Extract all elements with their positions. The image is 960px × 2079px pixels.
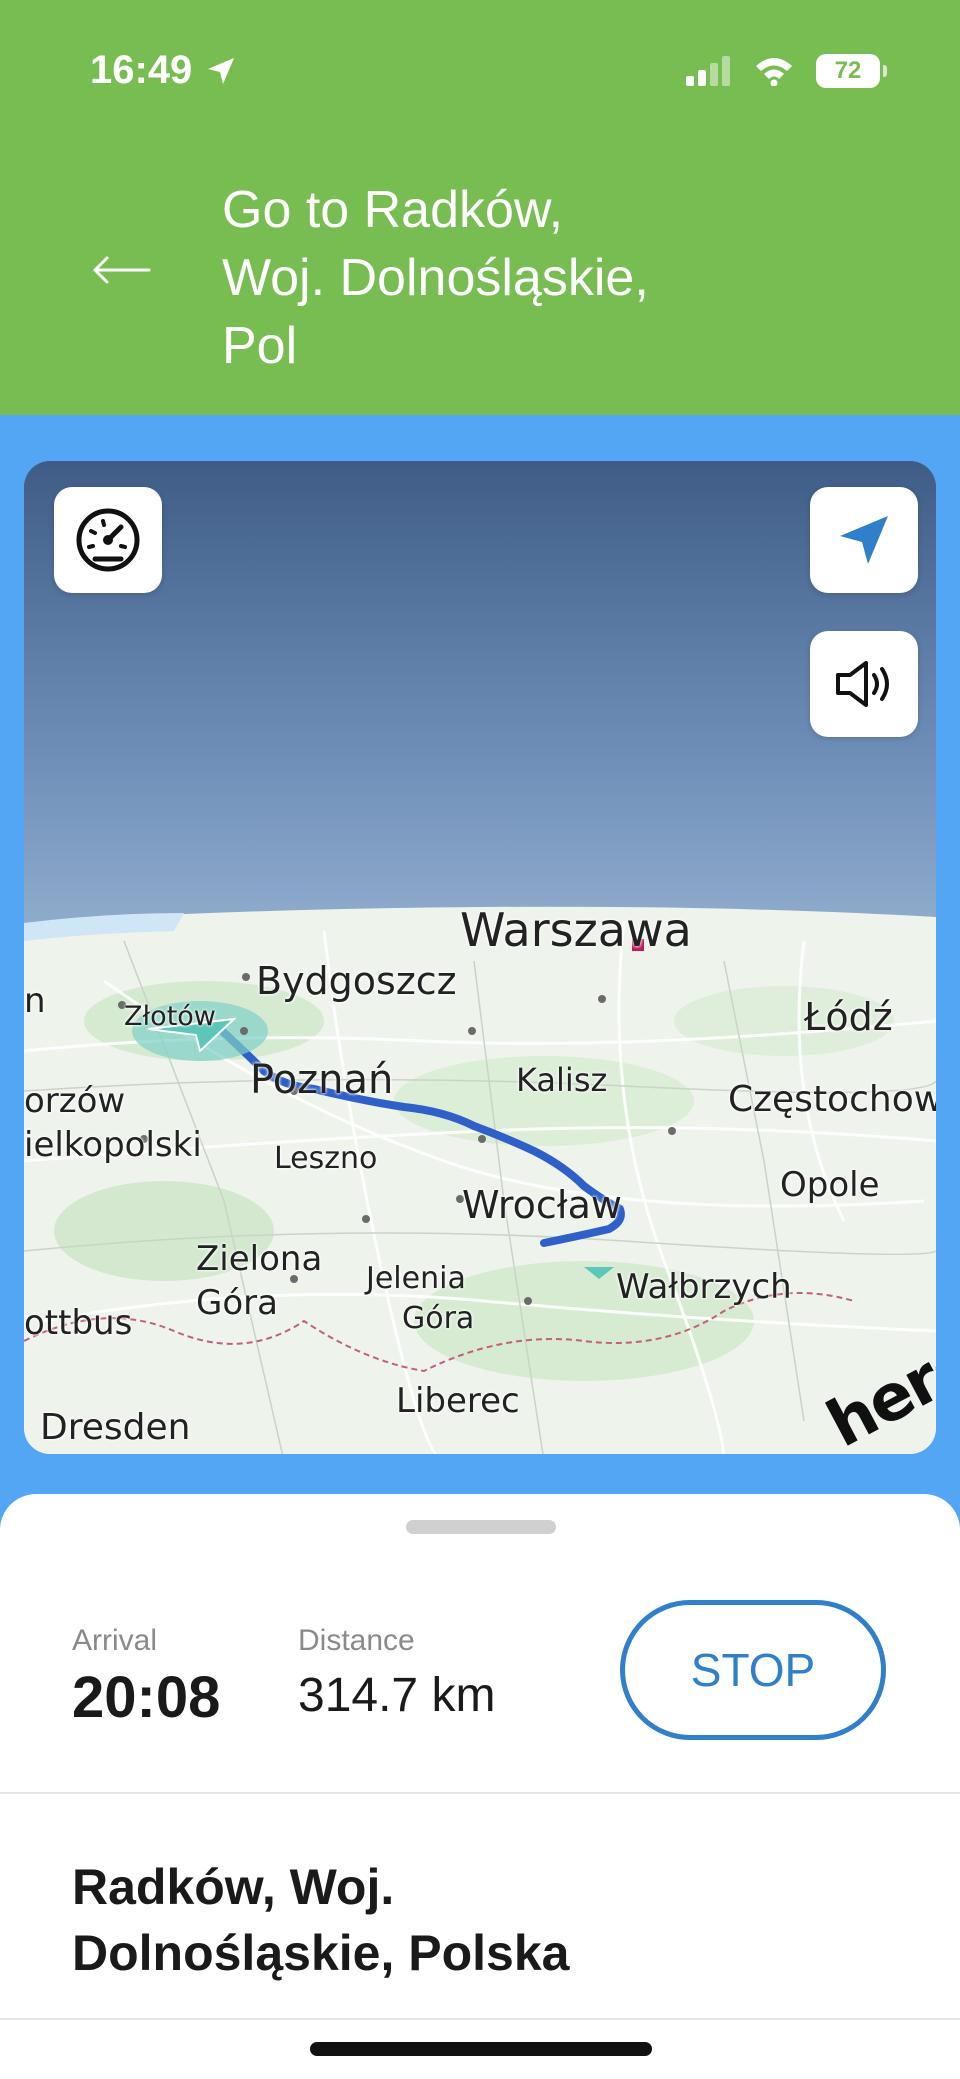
battery-level: 72 (834, 57, 862, 84)
status-time-text: 16:49 (90, 48, 193, 92)
distance-value: 314.7 km (298, 1669, 496, 1722)
destination-line: Radków, Woj. (72, 1859, 395, 1915)
page-title-line: Woj. Dolnośląskie, (222, 249, 649, 307)
map-label-city: orzów (24, 1081, 126, 1121)
map-label-city: n (24, 981, 46, 1021)
map-label-city: Dresden (40, 1407, 191, 1448)
back-button[interactable] (86, 240, 156, 300)
map-label-city: Leszno (274, 1141, 378, 1176)
map-label-city: Góra (196, 1283, 278, 1323)
page-title-line: Pol (222, 317, 298, 375)
status-time: 16:49 (90, 48, 238, 93)
speedometer-button[interactable] (54, 487, 162, 593)
recenter-button[interactable] (810, 487, 918, 593)
back-arrow-icon (93, 256, 151, 284)
navigation-arrow-icon (840, 516, 888, 564)
header-bar: 16:49 72 Go to Radków, Woj. Dolnośląskie… (0, 0, 960, 415)
page-title-line: Go to Radków, (222, 181, 564, 239)
map-label-city: Łódź (804, 995, 893, 1039)
map-label-city: Warszawa (460, 903, 692, 957)
map-label-city: Bydgoszcz (256, 959, 457, 1003)
wifi-icon (756, 58, 792, 86)
arrival-value: 20:08 (72, 1665, 221, 1730)
sound-button[interactable] (810, 631, 918, 737)
map-label-city: Góra (402, 1301, 475, 1336)
trip-sheet: Arrival 20:08 Distance 314.7 km STOP Rad… (0, 1494, 960, 2079)
page-title: Go to Radków, Woj. Dolnośląskie, Pol (222, 176, 862, 380)
map-label-city: Kalisz (516, 1061, 608, 1099)
destination-title: Radków, Woj. Dolnośląskie, Polska (72, 1854, 892, 1986)
distance-label: Distance (298, 1624, 415, 1657)
location-arrow-icon (208, 57, 235, 84)
map-label-city: Opole (780, 1165, 880, 1205)
map-label-city: ielkopolski (24, 1125, 202, 1165)
divider (0, 2018, 960, 2020)
map-label-city: Złotów (124, 1001, 216, 1032)
home-indicator[interactable] (310, 2042, 652, 2056)
map-label-city: Częstochow (728, 1079, 936, 1120)
speaker-icon (836, 661, 889, 707)
map-label-city: Wałbrzych (616, 1267, 792, 1307)
map-label-city: ottbus (24, 1303, 133, 1343)
arrival-label: Arrival (72, 1624, 158, 1657)
map-label-city: Liberec (396, 1381, 520, 1421)
stop-button[interactable]: STOP (620, 1600, 886, 1740)
map-label-city: Zielona (196, 1239, 323, 1279)
signal-icon (686, 56, 730, 86)
map-label-city: Poznań (250, 1057, 394, 1103)
sheet-handle[interactable] (406, 1520, 556, 1534)
battery-icon: 72 (816, 54, 887, 88)
status-indicators: 72 (686, 54, 887, 88)
map-label-city: Wrocław (462, 1183, 622, 1227)
divider (0, 1792, 960, 1794)
destination-line: Dolnośląskie, Polska (72, 1925, 570, 1981)
map-view[interactable]: Warszawa Bydgoszcz Złotów Łódź Poznań Ka… (24, 461, 936, 1454)
map-label-city: Jelenia (366, 1261, 466, 1296)
speedometer-icon (76, 508, 140, 572)
